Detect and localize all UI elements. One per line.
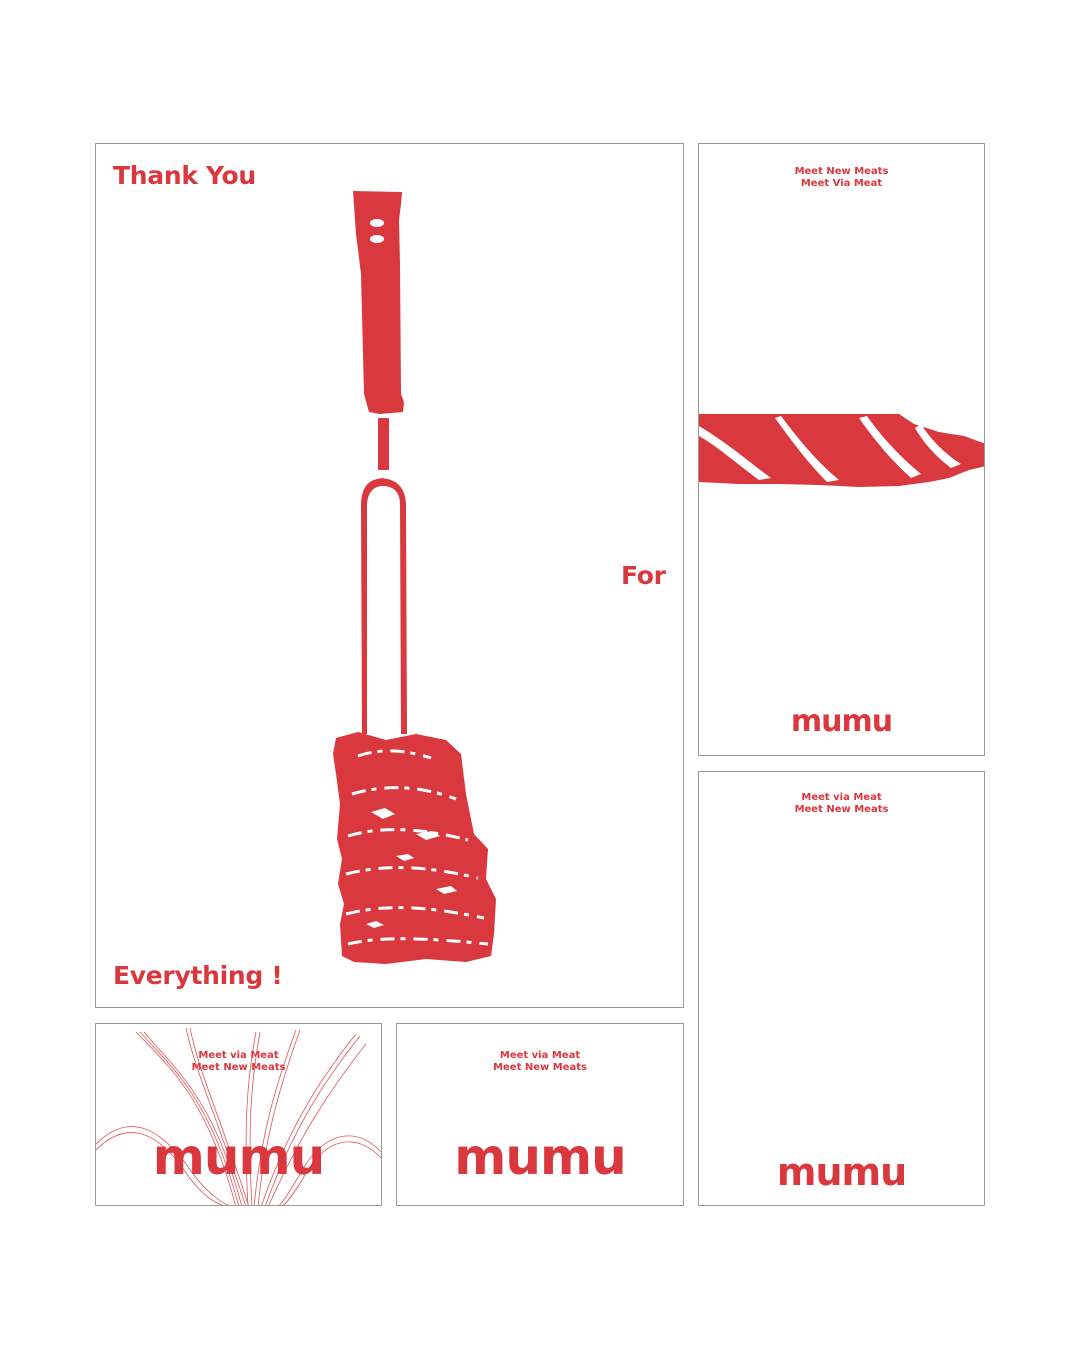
card-tagline: Meet via Meat Meet New Meats: [397, 1050, 683, 1074]
tagline-line-2: Meet New Meats: [493, 1062, 587, 1073]
tagline-line-1: Meet via Meat: [801, 792, 882, 803]
card-tagline: Meet via Meat Meet New Meats: [699, 792, 984, 816]
card-bottom-left: Meet via Meat Meet New Meats mumu: [95, 1023, 382, 1206]
card-tagline: Meet via Meat Meet New Meats: [96, 1050, 381, 1074]
tagline-line-1: Meet via Meat: [499, 1050, 581, 1061]
tagline-line-2: Meet New Meats: [794, 804, 889, 815]
mumu-logo: mumu: [152, 1128, 325, 1186]
fork-with-meat-illustration: [333, 191, 496, 964]
card-top-right: Meet New Meats Meet Via Meat mumu: [698, 143, 985, 756]
mumu-logo: mumu: [790, 704, 893, 739]
mumu-logo: mumu: [454, 1128, 626, 1186]
tagline-line-1: Meet via Meat: [198, 1050, 279, 1061]
card-bottom-middle: Meet via Meat Meet New Meats mumu: [396, 1023, 684, 1206]
card-bottom-right: Meet via Meat Meet New Meats mumu: [698, 771, 985, 1206]
meat-slice-strip-illustration: [699, 414, 984, 487]
tagline-line-2: Meet New Meats: [191, 1062, 286, 1073]
mumu-logo: mumu: [776, 1150, 907, 1194]
poster-main: Thank You For Everything !: [95, 143, 684, 1008]
